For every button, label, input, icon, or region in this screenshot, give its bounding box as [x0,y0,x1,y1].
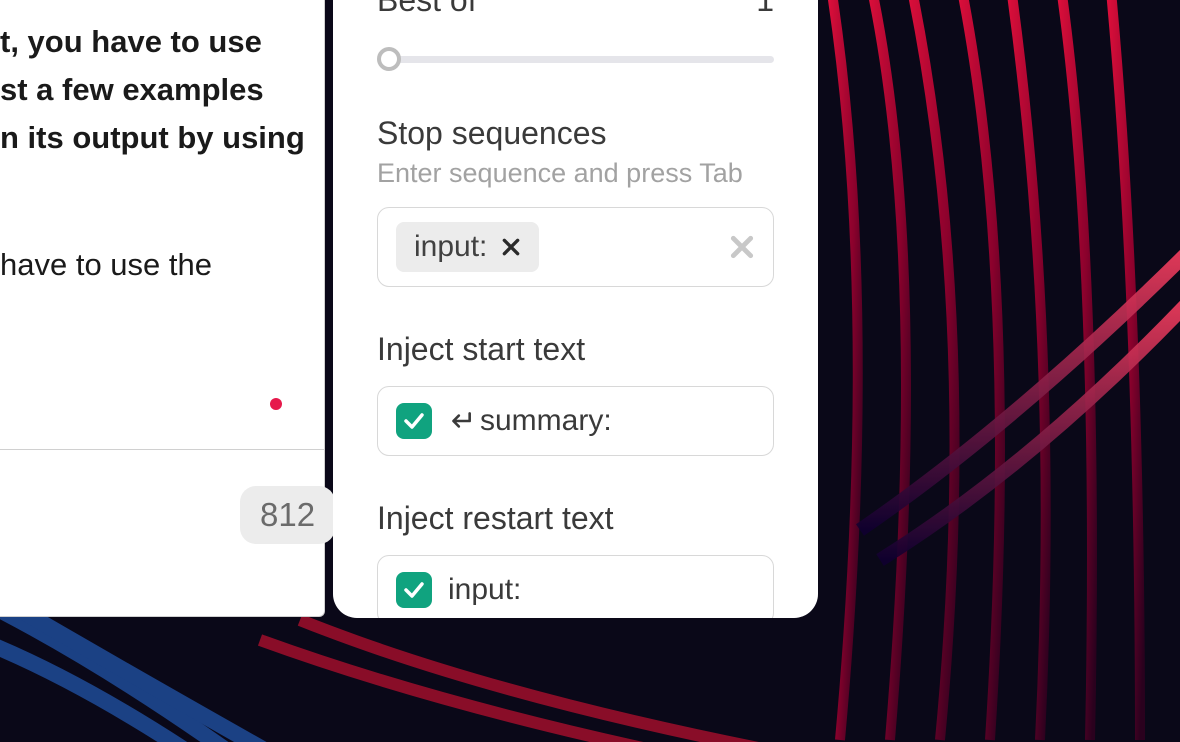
inject-start-value: summary: [480,404,612,438]
cursor-marker [270,398,282,410]
best-of-label: Best of [377,0,477,19]
slider-track [377,56,774,63]
stop-sequences-input[interactable]: input: [377,207,774,287]
newline-icon [448,408,474,434]
inject-restart-input[interactable]: input: [377,555,774,618]
slider-thumb[interactable] [377,47,401,71]
best-of-value: 1 [756,0,774,19]
settings-panel: Best of 1 Stop sequences Enter sequence … [333,0,818,618]
best-of-row: Best of 1 [377,0,774,19]
inject-restart-checkbox[interactable] [396,572,432,608]
inject-restart-value: input: [448,573,521,607]
prompt-text-fragment: have to use the [0,242,306,289]
remove-chip-icon[interactable] [501,237,521,257]
token-count-badge: 812 [240,486,335,544]
inject-start-label: Inject start text [377,331,774,368]
stop-sequence-chip[interactable]: input: [396,222,539,272]
stop-sequence-chip-label: input: [414,230,487,264]
prompt-text-fragment: t, you have to use st a few examples n i… [0,18,306,162]
clear-all-icon[interactable] [729,234,755,260]
inject-restart-label: Inject restart text [377,500,774,537]
editor-panel: t, you have to use st a few examples n i… [0,0,325,617]
stop-sequences-label: Stop sequences [377,115,774,152]
prompt-editor[interactable]: t, you have to use st a few examples n i… [0,0,325,450]
inject-start-input[interactable]: summary: [377,386,774,456]
inject-start-checkbox[interactable] [396,403,432,439]
best-of-slider[interactable] [377,47,774,71]
stop-sequences-hint: Enter sequence and press Tab [377,158,774,189]
